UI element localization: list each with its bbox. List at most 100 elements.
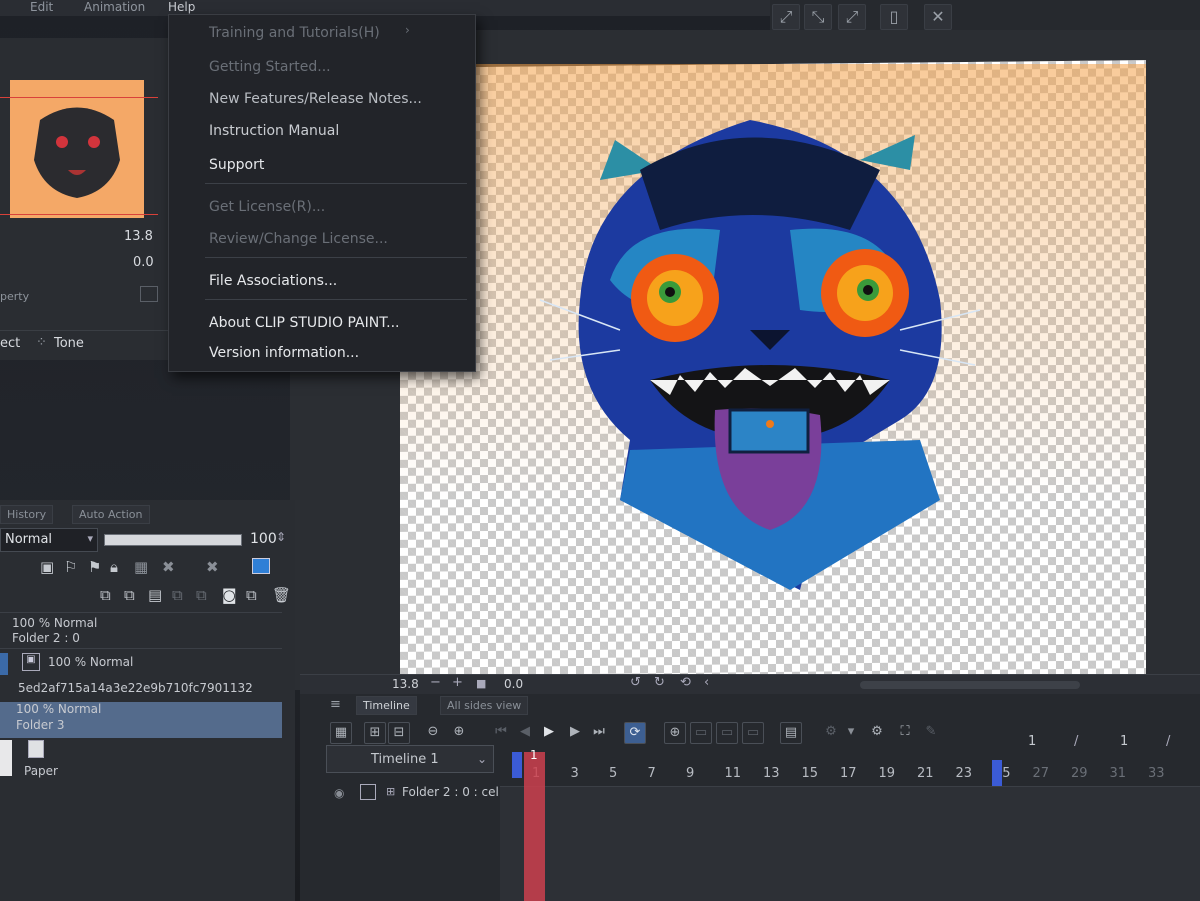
playhead[interactable] bbox=[524, 752, 545, 901]
clip-icon[interactable]: ▣ bbox=[40, 558, 54, 576]
work-area-start-marker[interactable] bbox=[512, 752, 522, 778]
layer-row[interactable]: Paper bbox=[0, 740, 282, 780]
menu-edit[interactable]: Edit bbox=[30, 0, 53, 14]
timeline-track-area[interactable] bbox=[500, 786, 1200, 901]
frame-number[interactable]: 15 bbox=[802, 766, 819, 781]
layer-row-selected[interactable]: 100 % Normal Folder 3 bbox=[0, 702, 282, 738]
effect-tab-label[interactable]: ect bbox=[0, 336, 20, 351]
rotate-left-icon[interactable]: ↺ bbox=[630, 675, 641, 690]
frame-number[interactable]: 3 bbox=[571, 766, 579, 781]
opacity-value[interactable]: 100 bbox=[250, 531, 277, 547]
frame-number[interactable]: 31 bbox=[1110, 766, 1127, 781]
next-frame-icon[interactable]: ▶ bbox=[564, 722, 586, 744]
reference-icon[interactable]: ⚐ bbox=[64, 558, 77, 576]
reset-rotation-icon[interactable]: ⟲ bbox=[680, 675, 691, 690]
new-cel-icon[interactable]: ⊕ bbox=[664, 722, 686, 744]
frame-number[interactable]: 29 bbox=[1071, 766, 1088, 781]
menu-item-getting-started[interactable]: Getting Started... bbox=[209, 59, 331, 75]
expand-icon[interactable]: ⊞ bbox=[386, 785, 395, 798]
lock-alpha-icon[interactable]: ▦ bbox=[134, 558, 148, 576]
page-icon[interactable]: ▯ bbox=[880, 4, 908, 30]
frame-number[interactable]: 17 bbox=[840, 766, 857, 781]
ruler-icon[interactable]: ⧉ bbox=[246, 586, 257, 604]
layer-row[interactable]: ▣ 100 % Normal 5ed2af715a14a3e22e9b710fc… bbox=[0, 648, 282, 700]
fit-screen-icon[interactable]: ■ bbox=[476, 677, 486, 690]
tone-tab-label[interactable]: Tone bbox=[54, 336, 84, 351]
mask-enable-icon[interactable]: ✖ bbox=[206, 558, 219, 576]
opacity-slider[interactable] bbox=[104, 534, 242, 546]
layer-mask-icon[interactable]: ◙ bbox=[222, 586, 237, 604]
status-rotation-value[interactable]: 0.0 bbox=[504, 677, 523, 691]
keyframe-settings-icon[interactable]: ⛶ bbox=[894, 722, 916, 744]
zoom-out-icon[interactable]: − bbox=[430, 675, 441, 690]
merge-icon[interactable]: ⧉ bbox=[196, 586, 207, 604]
panel-menu-icon[interactable] bbox=[140, 286, 158, 302]
rotate-right-icon[interactable]: ↻ bbox=[654, 675, 665, 690]
new-folder-icon[interactable]: ▤ bbox=[148, 586, 162, 604]
onion-skin-icon[interactable]: ▤ bbox=[780, 722, 802, 744]
flip-icon[interactable]: ⤡ bbox=[804, 4, 832, 30]
keyframe-icon[interactable]: ⚙ bbox=[866, 722, 888, 744]
tab-history[interactable]: History bbox=[0, 505, 54, 524]
menu-item-training[interactable]: Training and Tutorials(H) bbox=[209, 25, 380, 41]
zoom-out-icon[interactable]: ⊖ bbox=[422, 722, 444, 744]
new-timeline-icon[interactable]: ▦ bbox=[330, 722, 352, 744]
zoom-in-icon[interactable]: + bbox=[452, 675, 463, 690]
loop-icon[interactable]: ⟳ bbox=[624, 722, 646, 744]
frame-number[interactable]: 5 bbox=[609, 766, 617, 781]
fit-icon[interactable]: ⤢ bbox=[838, 4, 866, 30]
play-icon[interactable]: ▶ bbox=[538, 722, 560, 744]
transfer-down-icon[interactable]: ⧉ bbox=[172, 586, 183, 604]
zoom-in-icon[interactable]: ⊕ bbox=[448, 722, 470, 744]
blend-mode-select[interactable]: Normal ▾ bbox=[0, 528, 98, 552]
frame-number[interactable]: 23 bbox=[956, 766, 973, 781]
edit-timeline-icon[interactable]: ⊞ bbox=[364, 722, 386, 744]
navigator-thumbnail[interactable] bbox=[10, 80, 144, 218]
last-frame-icon[interactable]: ⏭ bbox=[588, 722, 610, 744]
new-vector-layer-icon[interactable]: ⧉ bbox=[124, 586, 135, 604]
frame-number[interactable]: 27 bbox=[1033, 766, 1050, 781]
menu-item-review-license[interactable]: Review/Change License... bbox=[209, 231, 388, 247]
clear-cel-icon[interactable]: ▭ bbox=[716, 722, 738, 744]
change-cel-icon[interactable]: ▭ bbox=[742, 722, 764, 744]
menu-animation[interactable]: Animation bbox=[84, 0, 145, 14]
first-frame-icon[interactable]: ⏮ bbox=[490, 722, 512, 744]
menu-item-version-info[interactable]: Version information... bbox=[209, 345, 359, 361]
layer-color-icon[interactable] bbox=[252, 558, 270, 574]
frame-number[interactable]: 13 bbox=[763, 766, 780, 781]
previous-frame-icon[interactable]: ◀ bbox=[514, 722, 536, 744]
navigator-zoom-value[interactable]: 13.8 bbox=[124, 229, 153, 244]
frame-number[interactable]: 19 bbox=[879, 766, 896, 781]
status-zoom-value[interactable]: 13.8 bbox=[392, 677, 419, 691]
navigator-rotation-value[interactable]: 0.0 bbox=[133, 255, 154, 270]
property-tab-label[interactable]: perty bbox=[0, 290, 29, 303]
camera-icon[interactable]: ⚙ bbox=[820, 722, 842, 744]
opacity-stepper-icon[interactable]: ⇕ bbox=[276, 530, 286, 544]
tab-all-sides-view[interactable]: All sides view bbox=[440, 696, 529, 715]
flip-horizontal-icon[interactable]: ‹ bbox=[704, 675, 709, 690]
eye-icon[interactable]: ◉ bbox=[334, 786, 344, 800]
new-raster-layer-icon[interactable]: ⧉ bbox=[100, 586, 111, 604]
rotate-left-icon[interactable]: ⤢ bbox=[772, 4, 800, 30]
layer-row[interactable]: 100 % Normal Folder 2 : 0 bbox=[0, 612, 282, 646]
frame-number[interactable]: 7 bbox=[648, 766, 656, 781]
pen-icon[interactable]: ✎ bbox=[920, 722, 942, 744]
menu-item-support[interactable]: Support bbox=[209, 157, 264, 173]
horizontal-scrollbar[interactable] bbox=[860, 681, 1080, 689]
frame-ruler[interactable]: 13579111315171921232527293133 bbox=[500, 760, 1200, 786]
chevron-down-icon[interactable]: ▾ bbox=[840, 722, 862, 744]
frame-number[interactable]: 33 bbox=[1148, 766, 1165, 781]
tab-timeline[interactable]: Timeline bbox=[356, 696, 417, 715]
tab-auto-action[interactable]: Auto Action bbox=[72, 505, 150, 524]
assign-cel-icon[interactable]: ▭ bbox=[690, 722, 712, 744]
mask-icon[interactable]: ✖ bbox=[162, 558, 175, 576]
timeline-track-row[interactable]: ◉ ⊞ Folder 2 : 0 : cel bbox=[326, 780, 500, 810]
frame-number[interactable]: 9 bbox=[686, 766, 694, 781]
menu-item-file-associations[interactable]: File Associations... bbox=[209, 273, 337, 289]
close-icon[interactable]: ✕ bbox=[924, 4, 952, 30]
menu-item-get-license[interactable]: Get License(R)... bbox=[209, 199, 325, 215]
menu-item-new-features[interactable]: New Features/Release Notes... bbox=[209, 91, 422, 107]
frame-number[interactable]: 21 bbox=[917, 766, 934, 781]
menu-item-about[interactable]: About CLIP STUDIO PAINT... bbox=[209, 315, 399, 331]
trash-icon[interactable]: 🗑︎ bbox=[272, 586, 291, 604]
